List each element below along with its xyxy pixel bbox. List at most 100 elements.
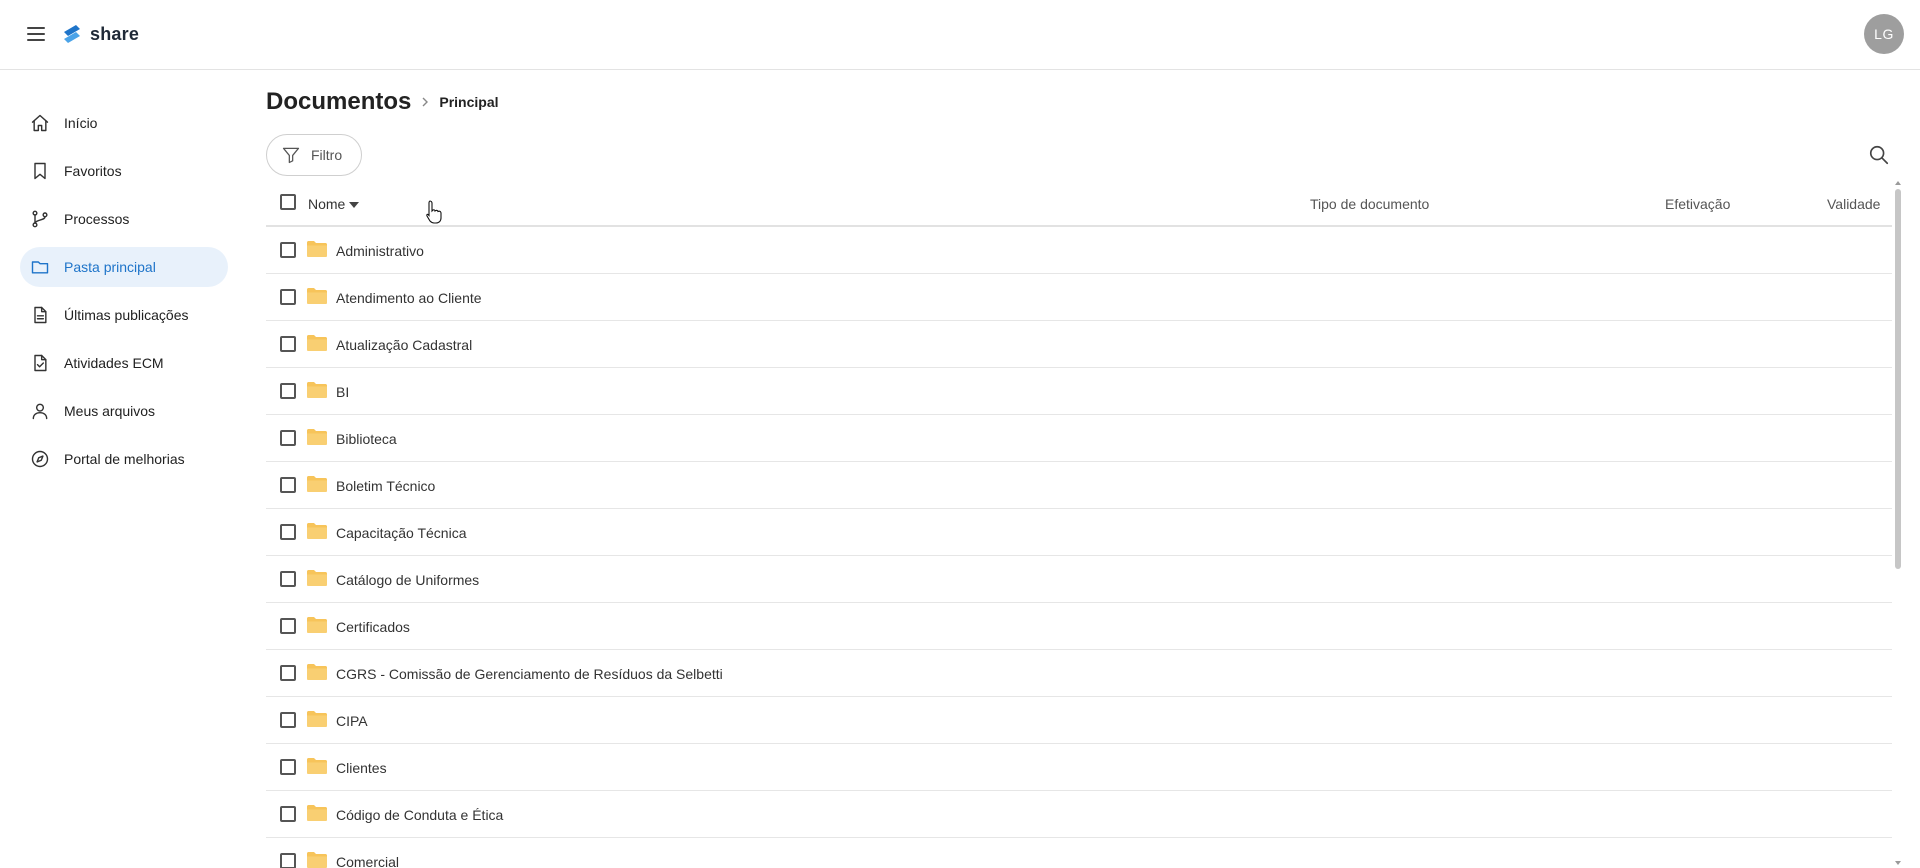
row-checkbox[interactable]	[280, 665, 296, 681]
row-name[interactable]: Atendimento ao Cliente	[336, 274, 482, 321]
folder-icon	[307, 664, 327, 680]
folder-icon	[307, 570, 327, 586]
row-checkbox[interactable]	[280, 336, 296, 352]
scroll-up-arrow-icon[interactable]	[1895, 181, 1901, 185]
column-header-validade[interactable]: Validade	[1827, 181, 1880, 227]
table-row[interactable]: Código de Conduta e Ética	[266, 791, 1892, 838]
row-name[interactable]: Código de Conduta e Ética	[336, 791, 503, 838]
row-name[interactable]: CGRS - Comissão de Gerenciamento de Resí…	[336, 650, 723, 697]
table-row[interactable]: Atendimento ao Cliente	[266, 274, 1892, 321]
row-checkbox[interactable]	[280, 806, 296, 822]
bookmark-icon	[30, 161, 50, 181]
table-row[interactable]: Clientes	[266, 744, 1892, 791]
table-row[interactable]: Comercial	[266, 838, 1892, 868]
folder-icon	[307, 805, 327, 821]
document-check-icon	[30, 353, 50, 373]
row-name[interactable]: Boletim Técnico	[336, 462, 435, 509]
folder-icon	[307, 382, 327, 398]
folder-icon	[307, 711, 327, 727]
user-avatar[interactable]: LG	[1864, 14, 1904, 54]
app-logo[interactable]: share	[60, 20, 139, 48]
sidebar-item-meus-arquivos[interactable]: Meus arquivos	[20, 391, 228, 431]
table-scrollbar[interactable]	[1894, 181, 1902, 868]
table-row[interactable]: Catálogo de Uniformes	[266, 556, 1892, 603]
column-header-nome[interactable]: Nome	[308, 181, 360, 227]
row-name[interactable]: Certificados	[336, 603, 410, 650]
table-row[interactable]: CGRS - Comissão de Gerenciamento de Resí…	[266, 650, 1892, 697]
sort-desc-icon	[349, 201, 360, 208]
folder-icon	[307, 241, 327, 257]
row-checkbox[interactable]	[280, 571, 296, 587]
share-logo-icon	[64, 25, 80, 43]
hamburger-menu-icon[interactable]	[24, 22, 48, 46]
sidebar-item-label: Meus arquivos	[64, 403, 156, 419]
folder-icon	[307, 523, 327, 539]
sidebar-item-processos[interactable]: Processos	[20, 199, 228, 239]
table-row[interactable]: Boletim Técnico	[266, 462, 1892, 509]
sidebar-item-label: Últimas publicações	[64, 307, 189, 323]
breadcrumb-root[interactable]: Documentos	[266, 88, 411, 116]
row-name[interactable]: Biblioteca	[336, 415, 397, 462]
table-row[interactable]: Biblioteca	[266, 415, 1892, 462]
top-app-bar: share LG	[0, 0, 1920, 70]
row-checkbox[interactable]	[280, 289, 296, 305]
sidebar-item-label: Início	[64, 115, 98, 131]
filter-button[interactable]: Filtro	[266, 134, 362, 176]
sidebar-item-pasta-principal[interactable]: Pasta principal	[20, 247, 228, 287]
row-checkbox[interactable]	[280, 712, 296, 728]
sidebar-item-portal-de-melhorias[interactable]: Portal de melhorias	[20, 439, 228, 479]
table-row[interactable]: BI	[266, 368, 1892, 415]
scroll-down-arrow-icon[interactable]	[1895, 861, 1901, 865]
folder-icon	[307, 288, 327, 304]
column-header-tipo-de-documento[interactable]: Tipo de documento	[1310, 181, 1429, 227]
table-row[interactable]: Certificados	[266, 603, 1892, 650]
row-checkbox[interactable]	[280, 430, 296, 446]
row-checkbox[interactable]	[280, 383, 296, 399]
sidebar-item-label: Portal de melhorias	[64, 451, 185, 467]
row-name[interactable]: Catálogo de Uniformes	[336, 556, 479, 603]
sidebar-item-favoritos[interactable]: Favoritos	[20, 151, 228, 191]
sidebar: Início Favoritos Processos Pasta princip…	[0, 70, 240, 868]
compass-icon	[30, 449, 50, 469]
table-row[interactable]: Atualização Cadastral	[266, 321, 1892, 368]
row-name[interactable]: Administrativo	[336, 227, 424, 274]
sidebar-item-label: Processos	[64, 211, 130, 227]
sidebar-item-inicio[interactable]: Início	[20, 103, 228, 143]
select-all-checkbox[interactable]	[280, 194, 296, 210]
search-button[interactable]	[1868, 144, 1892, 168]
folder-icon	[307, 617, 327, 633]
filter-label: Filtro	[311, 147, 343, 163]
folder-icon	[307, 335, 327, 351]
row-name[interactable]: Comercial	[336, 838, 399, 868]
document-icon	[30, 305, 50, 325]
table-row[interactable]: Administrativo	[266, 227, 1892, 274]
filter-icon	[282, 147, 300, 164]
row-checkbox[interactable]	[280, 477, 296, 493]
folder-icon	[30, 257, 50, 277]
sidebar-item-label: Favoritos	[64, 163, 122, 179]
folder-icon	[307, 429, 327, 445]
breadcrumb: Documentos Principal	[266, 86, 499, 118]
table-row[interactable]: Capacitação Técnica	[266, 509, 1892, 556]
logo-text: share	[90, 23, 140, 44]
row-checkbox[interactable]	[280, 618, 296, 634]
scrollbar-thumb[interactable]	[1895, 189, 1901, 569]
sidebar-item-atividades-ecm[interactable]: Atividades ECM	[20, 343, 228, 383]
row-checkbox[interactable]	[280, 242, 296, 258]
row-checkbox[interactable]	[280, 759, 296, 775]
row-checkbox[interactable]	[280, 853, 296, 868]
table-row[interactable]: CIPA	[266, 697, 1892, 744]
row-name[interactable]: Atualização Cadastral	[336, 321, 472, 368]
sidebar-item-ultimas-publicacoes[interactable]: Últimas publicações	[20, 295, 228, 335]
folder-icon	[307, 758, 327, 774]
row-checkbox[interactable]	[280, 524, 296, 540]
chevron-right-icon	[422, 97, 429, 107]
folder-icon	[307, 852, 327, 868]
row-name[interactable]: Clientes	[336, 744, 387, 791]
column-header-label: Nome	[308, 196, 346, 212]
column-header-efetivacao[interactable]: Efetivação	[1665, 181, 1730, 227]
row-name[interactable]: Capacitação Técnica	[336, 509, 466, 556]
row-name[interactable]: CIPA	[336, 697, 368, 744]
row-name[interactable]: BI	[336, 368, 349, 415]
folder-icon	[307, 476, 327, 492]
